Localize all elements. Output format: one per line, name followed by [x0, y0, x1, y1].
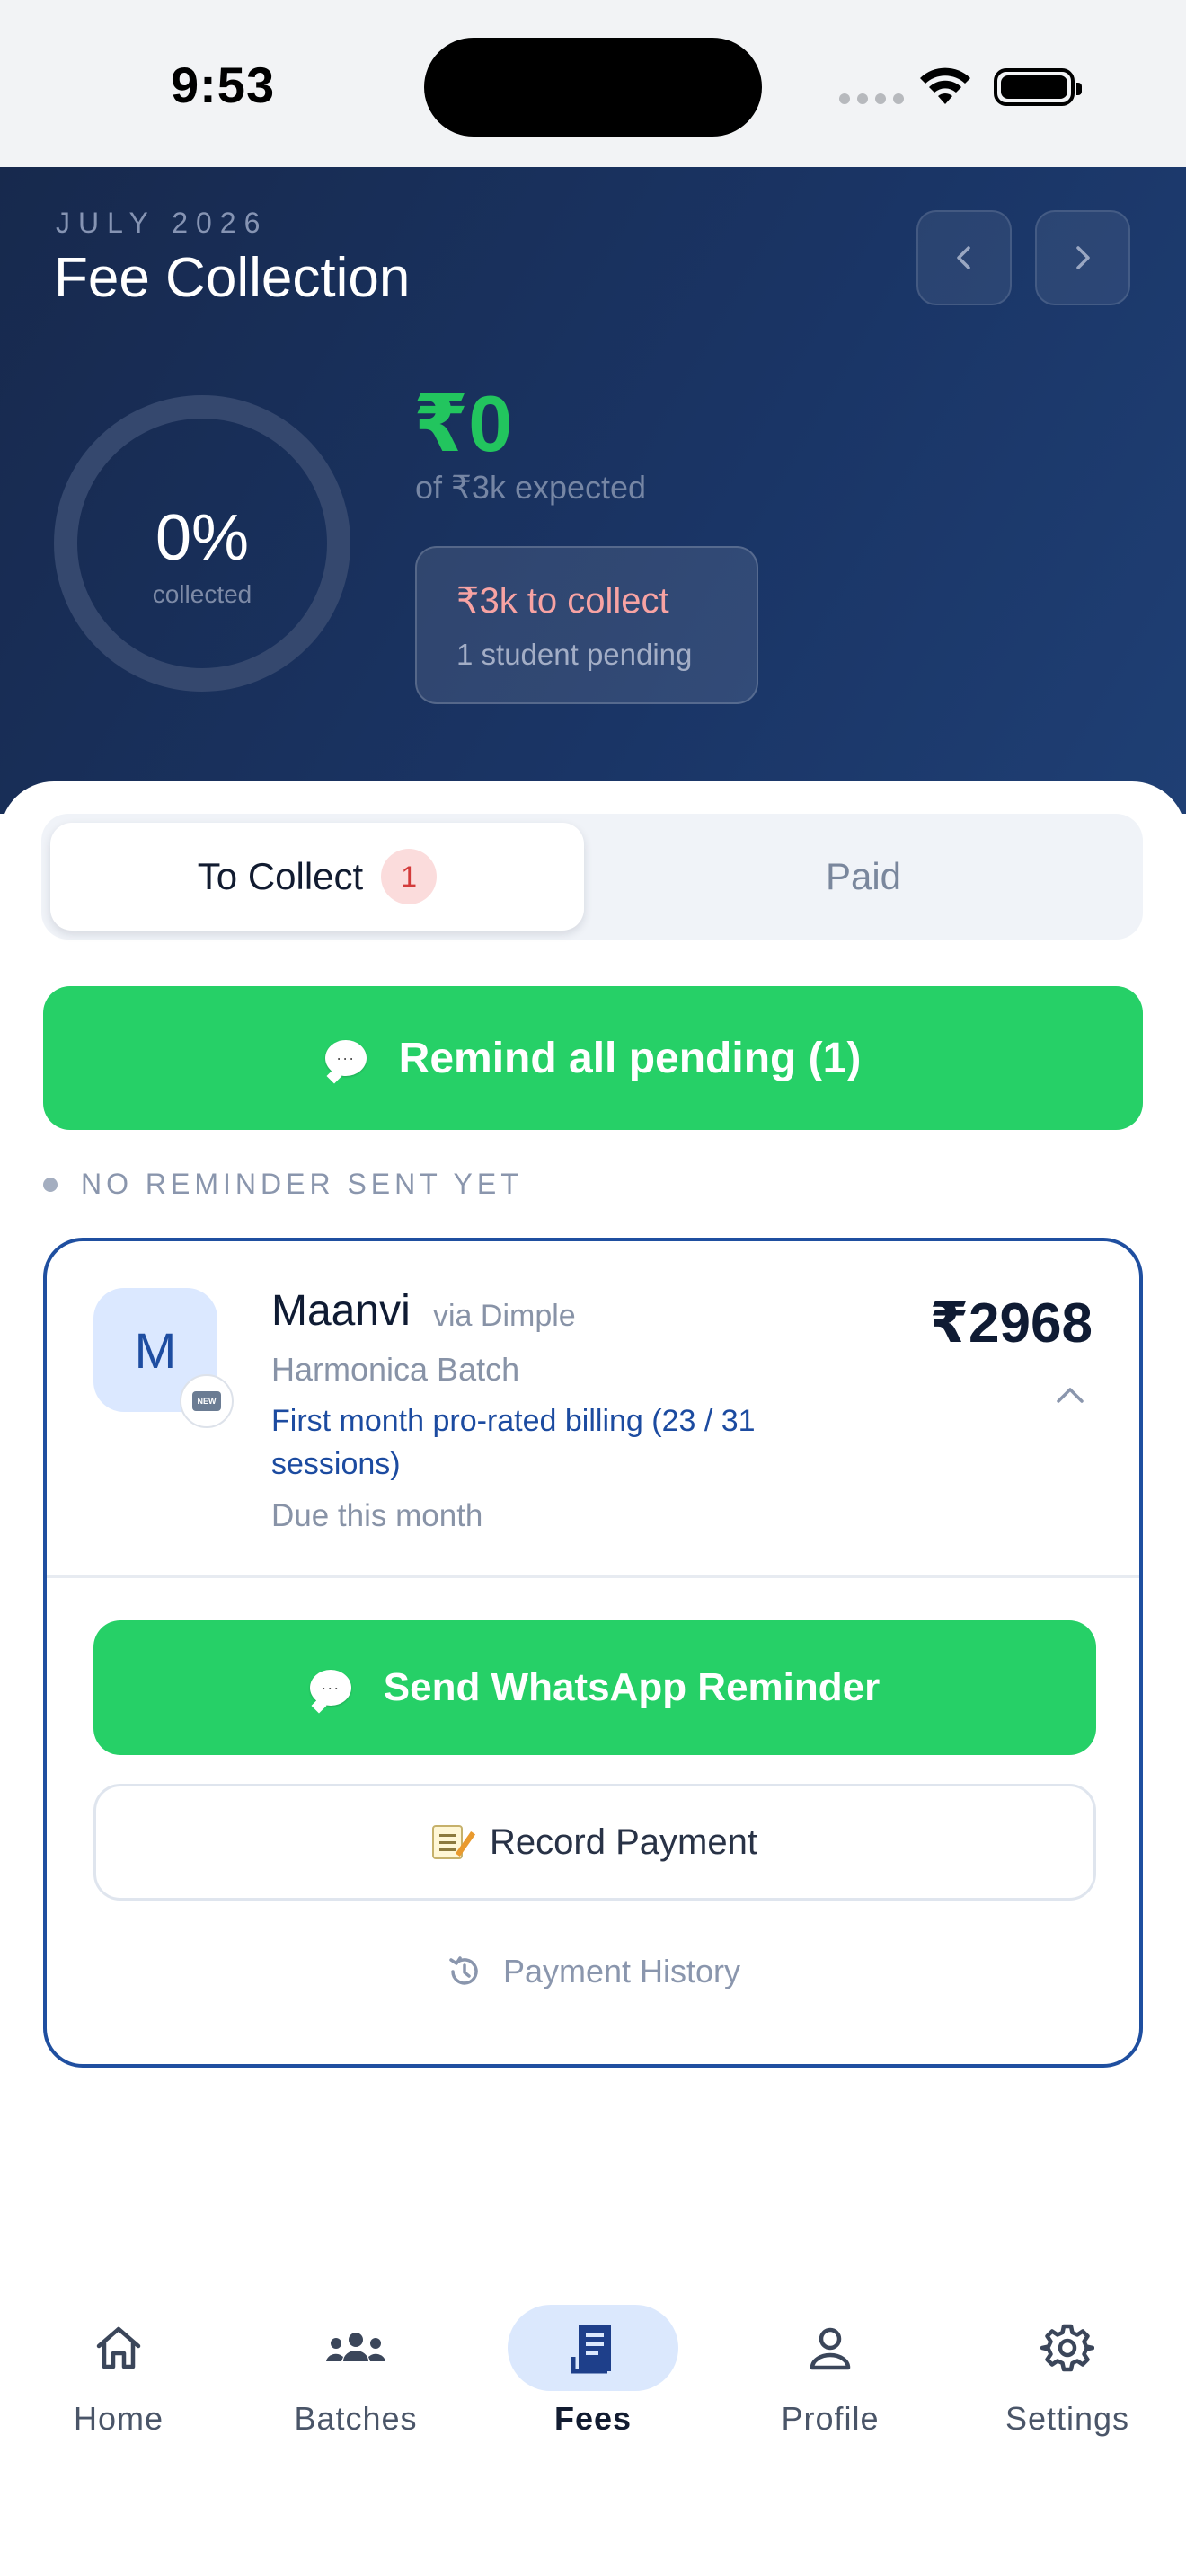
nav-label-batches: Batches: [294, 2400, 418, 2437]
group-icon: [326, 2333, 385, 2361]
page-title: Fee Collection: [54, 247, 411, 309]
collected-caption: collected: [152, 580, 252, 608]
month-label: JULY 2026: [56, 207, 269, 239]
pending-summary-card: ₹3k to collect 1 student pending: [415, 546, 758, 704]
home-icon: [96, 2326, 141, 2369]
fee-summary-header: JULY 2026 Fee Collection 0% collected ₹0…: [0, 167, 1186, 814]
remind-all-label: Remind all pending (1): [398, 1034, 862, 1082]
card-divider: [47, 1575, 1139, 1578]
nav-label-settings: Settings: [1005, 2400, 1130, 2437]
billing-note: First month pro-rated billing (23 / 31 s…: [271, 1404, 756, 1481]
dynamic-island: [424, 38, 762, 137]
collected-percent: 0%: [155, 502, 250, 574]
battery-icon: [994, 68, 1082, 106]
chevron-up-icon[interactable]: [1055, 1385, 1085, 1405]
send-whatsapp-reminder-label: Send WhatsApp Reminder: [383, 1665, 881, 1709]
payment-history-link[interactable]: Payment History: [47, 1953, 1139, 1990]
student-name: Maanvi: [271, 1287, 411, 1335]
new-badge-icon: NEW: [180, 1374, 234, 1428]
record-payment-button[interactable]: Record Payment: [93, 1784, 1096, 1901]
batch-name: Harmonica Batch: [271, 1351, 520, 1388]
nav-label-profile: Profile: [781, 2400, 880, 2437]
previous-month-button[interactable]: [916, 210, 1012, 305]
gear-icon: [1040, 2324, 1094, 2372]
record-payment-label: Record Payment: [490, 1822, 757, 1862]
collected-amount: ₹0: [413, 379, 513, 468]
status-dot-icon: [43, 1177, 58, 1192]
status-bar: 9:53: [0, 0, 1186, 167]
nav-item-settings[interactable]: Settings: [969, 2281, 1166, 2443]
pending-student-count: 1 student pending: [456, 638, 693, 671]
reminder-status-text: NO REMINDER SENT YET: [81, 1168, 523, 1200]
send-whatsapp-reminder-button[interactable]: ··· Send WhatsApp Reminder: [93, 1620, 1096, 1755]
guardian-name: via Dimple: [433, 1299, 576, 1333]
speech-bubble-icon: ···: [324, 1040, 367, 1076]
tab-paid[interactable]: Paid: [593, 823, 1134, 931]
chevron-right-icon: [1076, 246, 1090, 269]
collection-tabs: To Collect 1 Paid: [41, 814, 1143, 940]
nav-item-batches[interactable]: Batches: [257, 2281, 455, 2443]
cellular-signal-icon: [839, 93, 904, 104]
pending-amount: ₹3k to collect: [456, 581, 669, 621]
collection-progress-ring: 0% collected: [54, 395, 350, 692]
nav-item-home[interactable]: Home: [20, 2281, 217, 2443]
person-icon: [810, 2327, 851, 2370]
nav-item-fees[interactable]: Fees: [494, 2281, 692, 2443]
bottom-nav: Home Batches Fees Profile Settings: [0, 2281, 1186, 2443]
student-fee-card: M NEW Maanvi via Dimple Harmonica Batch …: [43, 1238, 1143, 2068]
speech-bubble-icon: ···: [309, 1670, 351, 1706]
wifi-icon: [920, 67, 970, 104]
memo-icon: [432, 1825, 464, 1859]
nav-item-profile[interactable]: Profile: [731, 2281, 929, 2443]
tab-to-collect[interactable]: To Collect 1: [50, 823, 584, 931]
due-label: Due this month: [271, 1498, 483, 1533]
next-month-button[interactable]: [1035, 210, 1130, 305]
nav-label-fees: Fees: [553, 2400, 633, 2437]
history-icon: [449, 1956, 478, 1985]
fee-amount: ₹2968: [929, 1292, 1093, 1354]
expected-amount: of ₹3k expected: [415, 469, 647, 506]
reminder-status: NO REMINDER SENT YET: [43, 1168, 523, 1201]
to-collect-count-badge: 1: [381, 849, 438, 904]
nav-label-home: Home: [73, 2400, 164, 2437]
remind-all-button[interactable]: ··· Remind all pending (1): [43, 986, 1143, 1130]
tab-to-collect-label: To Collect: [197, 855, 364, 897]
payment-history-label: Payment History: [502, 1953, 741, 1989]
status-time: 9:53: [171, 57, 276, 113]
receipt-icon: [571, 2325, 611, 2374]
chevron-left-icon: [957, 246, 970, 269]
